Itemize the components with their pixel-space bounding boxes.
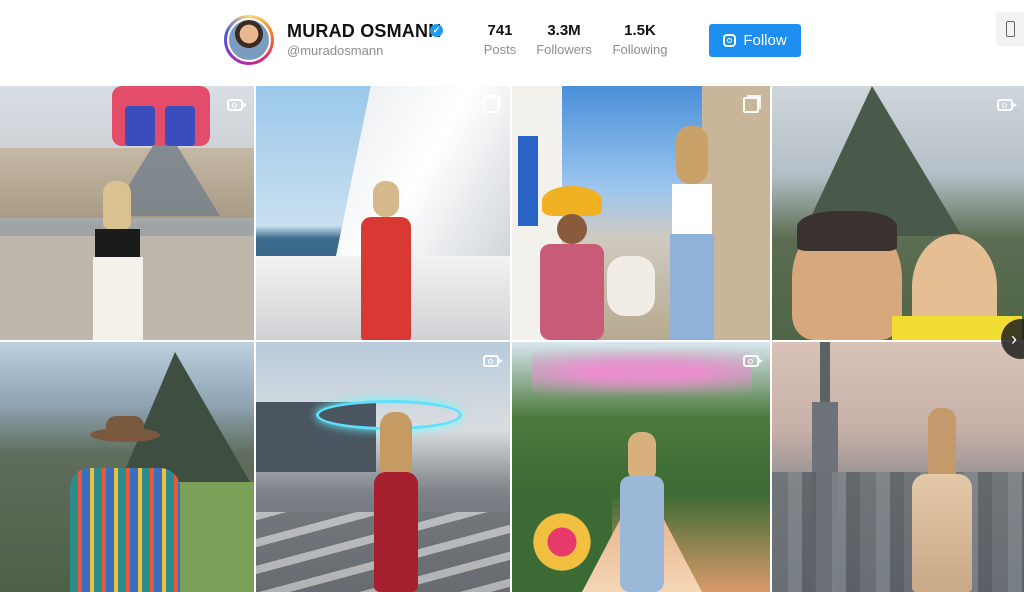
avatar[interactable]: [227, 18, 271, 62]
video-icon: [224, 96, 247, 114]
post-tile-louvre[interactable]: [0, 86, 254, 340]
post-tile-garden[interactable]: [512, 342, 770, 592]
post-tile-city-walk[interactable]: [256, 342, 510, 592]
post-tile-machu-picchu-poncho[interactable]: [0, 342, 254, 592]
post-tile-sailboat[interactable]: [256, 86, 510, 340]
carousel-icon: [480, 96, 502, 114]
chevron-right-icon: ›: [1011, 328, 1017, 349]
post-subject-vendor: [532, 186, 612, 340]
phone-icon: [1005, 21, 1015, 37]
mobile-view-button[interactable]: [996, 12, 1024, 46]
post-subject: [85, 181, 150, 340]
video-icon: [480, 352, 503, 370]
profile-avatar-ring[interactable]: [224, 15, 274, 65]
stat-following[interactable]: 1.5K Following: [595, 22, 685, 57]
carousel-icon: [740, 96, 762, 114]
verified-badge-icon: ✓: [430, 24, 443, 37]
stat-following-value: 1.5K: [624, 22, 656, 39]
instagram-icon: [723, 34, 737, 47]
post-subject: [902, 408, 982, 592]
stat-following-label: Following: [612, 42, 668, 57]
post-subject: [351, 181, 421, 340]
profile-handle[interactable]: @muradosmann: [287, 43, 383, 58]
post-subject: [662, 126, 722, 340]
post-tile-dubai[interactable]: [772, 342, 1024, 592]
post-subject: [614, 432, 670, 592]
profile-name: MURAD OSMANN: [287, 21, 442, 41]
post-tile-machu-picchu-selfie[interactable]: [772, 86, 1024, 340]
post-tile-cusco[interactable]: [512, 86, 770, 340]
profile-header: MURAD OSMANN ✓ @muradosmann 741 Posts 3.…: [0, 0, 1024, 86]
video-icon: [994, 96, 1017, 114]
video-icon: [740, 352, 763, 370]
follow-button[interactable]: Follow: [709, 24, 801, 57]
follow-button-label: Follow: [743, 32, 787, 49]
post-subject: [366, 412, 426, 592]
post-subject: [60, 416, 190, 592]
posts-grid: [0, 86, 1024, 592]
